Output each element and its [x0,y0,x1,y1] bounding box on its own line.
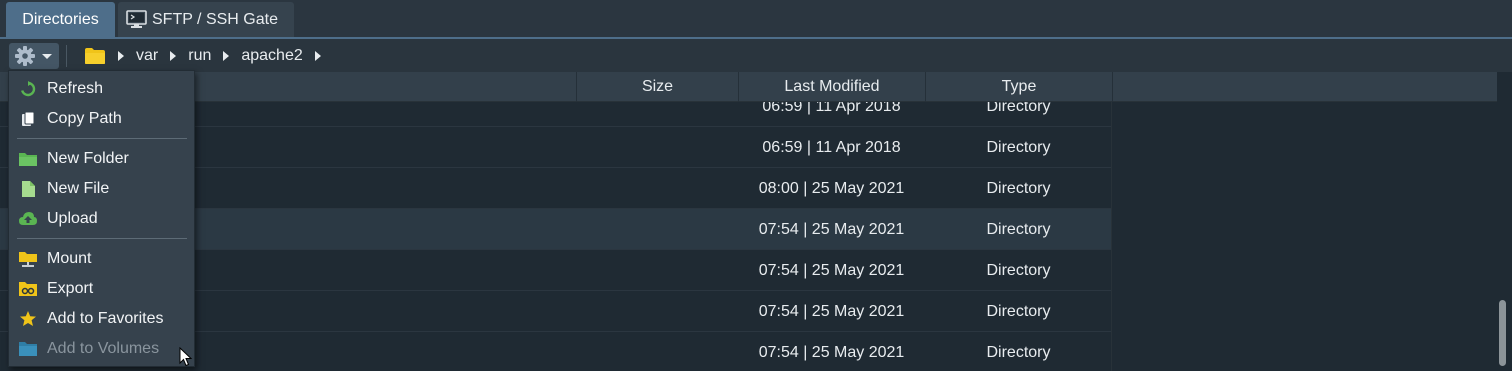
menu-item-add-to-favorites-label: Add to Favorites [47,310,164,327]
menu-item-add-to-favorites[interactable]: Add to Favorites [9,304,194,334]
volumes-icon [19,342,37,356]
toolbar: var run apache2 [0,39,1512,72]
settings-context-menu: Refresh Copy Path New Folder New File Up… [8,70,195,367]
chevron-down-icon [42,54,52,59]
toolbar-divider [66,45,67,67]
menu-item-upload[interactable]: Upload [9,204,194,234]
menu-item-new-file-label: New File [47,180,110,197]
cell-last-modified: 07:54 | 25 May 2021 [758,343,905,361]
folder-icon[interactable] [84,47,106,65]
tab-sftp-label: SFTP / SSH Gate [152,10,278,28]
mouse-cursor-icon [179,347,193,367]
column-header-size[interactable]: Size [576,72,738,102]
gear-icon [15,46,35,66]
tab-directories[interactable]: Directories [6,2,115,37]
column-header-size-label: Size [641,78,674,95]
menu-item-new-folder-label: New Folder [47,150,129,167]
column-divider [1111,102,1112,371]
menu-item-add-to-volumes[interactable]: Add to Volumes [9,334,194,364]
breadcrumb-item-run[interactable]: run [188,47,211,65]
copy-icon [22,111,35,126]
export-icon [19,282,37,296]
menu-item-new-file[interactable]: New File [9,174,194,204]
cell-last-modified: 07:54 | 25 May 2021 [758,220,905,238]
menu-item-export[interactable]: Export [9,274,194,304]
column-header-type-label: Type [1001,78,1037,95]
monitor-icon [126,10,147,29]
settings-dropdown-button[interactable] [9,43,59,69]
star-icon [20,311,36,326]
menu-item-mount[interactable]: Mount [9,244,194,274]
tab-sftp-ssh-gate[interactable]: SFTP / SSH Gate [118,2,294,37]
cell-type: Directory [986,102,1051,115]
column-header-last-modified-label: Last Modified [784,78,880,95]
file-grid-body: 06:59 | 11 Apr 2018 Directory 06:59 | 11… [0,102,1497,371]
cell-type: Directory [986,302,1051,320]
column-header-filler [1112,72,1497,102]
breadcrumb-separator-icon [118,50,124,61]
new-file-icon [22,181,35,197]
menu-item-upload-label: Upload [47,210,98,227]
menu-item-copy-path-label: Copy Path [47,110,122,127]
breadcrumb: var run apache2 [84,39,333,72]
column-header-last-modified[interactable]: Last Modified [738,72,925,102]
cell-last-modified: 06:59 | 11 Apr 2018 [762,102,901,115]
menu-item-export-label: Export [47,280,94,297]
menu-item-mount-label: Mount [47,250,92,267]
file-grid-header: Size Last Modified Type [0,72,1497,102]
menu-item-new-folder[interactable]: New Folder [9,144,194,174]
cell-type: Directory [986,261,1051,279]
cell-last-modified: 06:59 | 11 Apr 2018 [762,138,901,156]
mount-icon [19,252,37,267]
menu-separator [17,238,187,239]
menu-separator [17,138,187,139]
breadcrumb-item-apache2[interactable]: apache2 [241,47,302,65]
cell-last-modified: 08:00 | 25 May 2021 [758,179,905,197]
cell-type: Directory [986,343,1051,361]
cell-last-modified: 07:54 | 25 May 2021 [758,261,905,279]
menu-item-copy-path[interactable]: Copy Path [9,104,194,134]
cell-type: Directory [986,138,1051,156]
breadcrumb-separator-icon [170,50,177,61]
cell-type: Directory [986,220,1051,238]
refresh-icon [21,81,36,97]
menu-item-refresh-label: Refresh [47,80,104,97]
cell-last-modified: 07:54 | 25 May 2021 [758,302,905,320]
upload-icon [19,212,37,225]
menu-item-refresh[interactable]: Refresh [9,74,194,104]
breadcrumb-separator-icon[interactable] [314,50,321,61]
breadcrumb-separator-icon [223,50,230,61]
menu-item-add-to-volumes-label: Add to Volumes [47,340,160,357]
breadcrumb-item-var[interactable]: var [136,47,158,65]
column-header-type[interactable]: Type [925,72,1112,102]
cell-type: Directory [986,179,1051,197]
tab-bar: Directories SFTP / SSH Gate [0,0,1512,37]
tab-directories-label: Directories [22,10,99,28]
new-folder-icon [19,153,37,166]
vertical-scrollbar-thumb[interactable] [1499,300,1506,366]
